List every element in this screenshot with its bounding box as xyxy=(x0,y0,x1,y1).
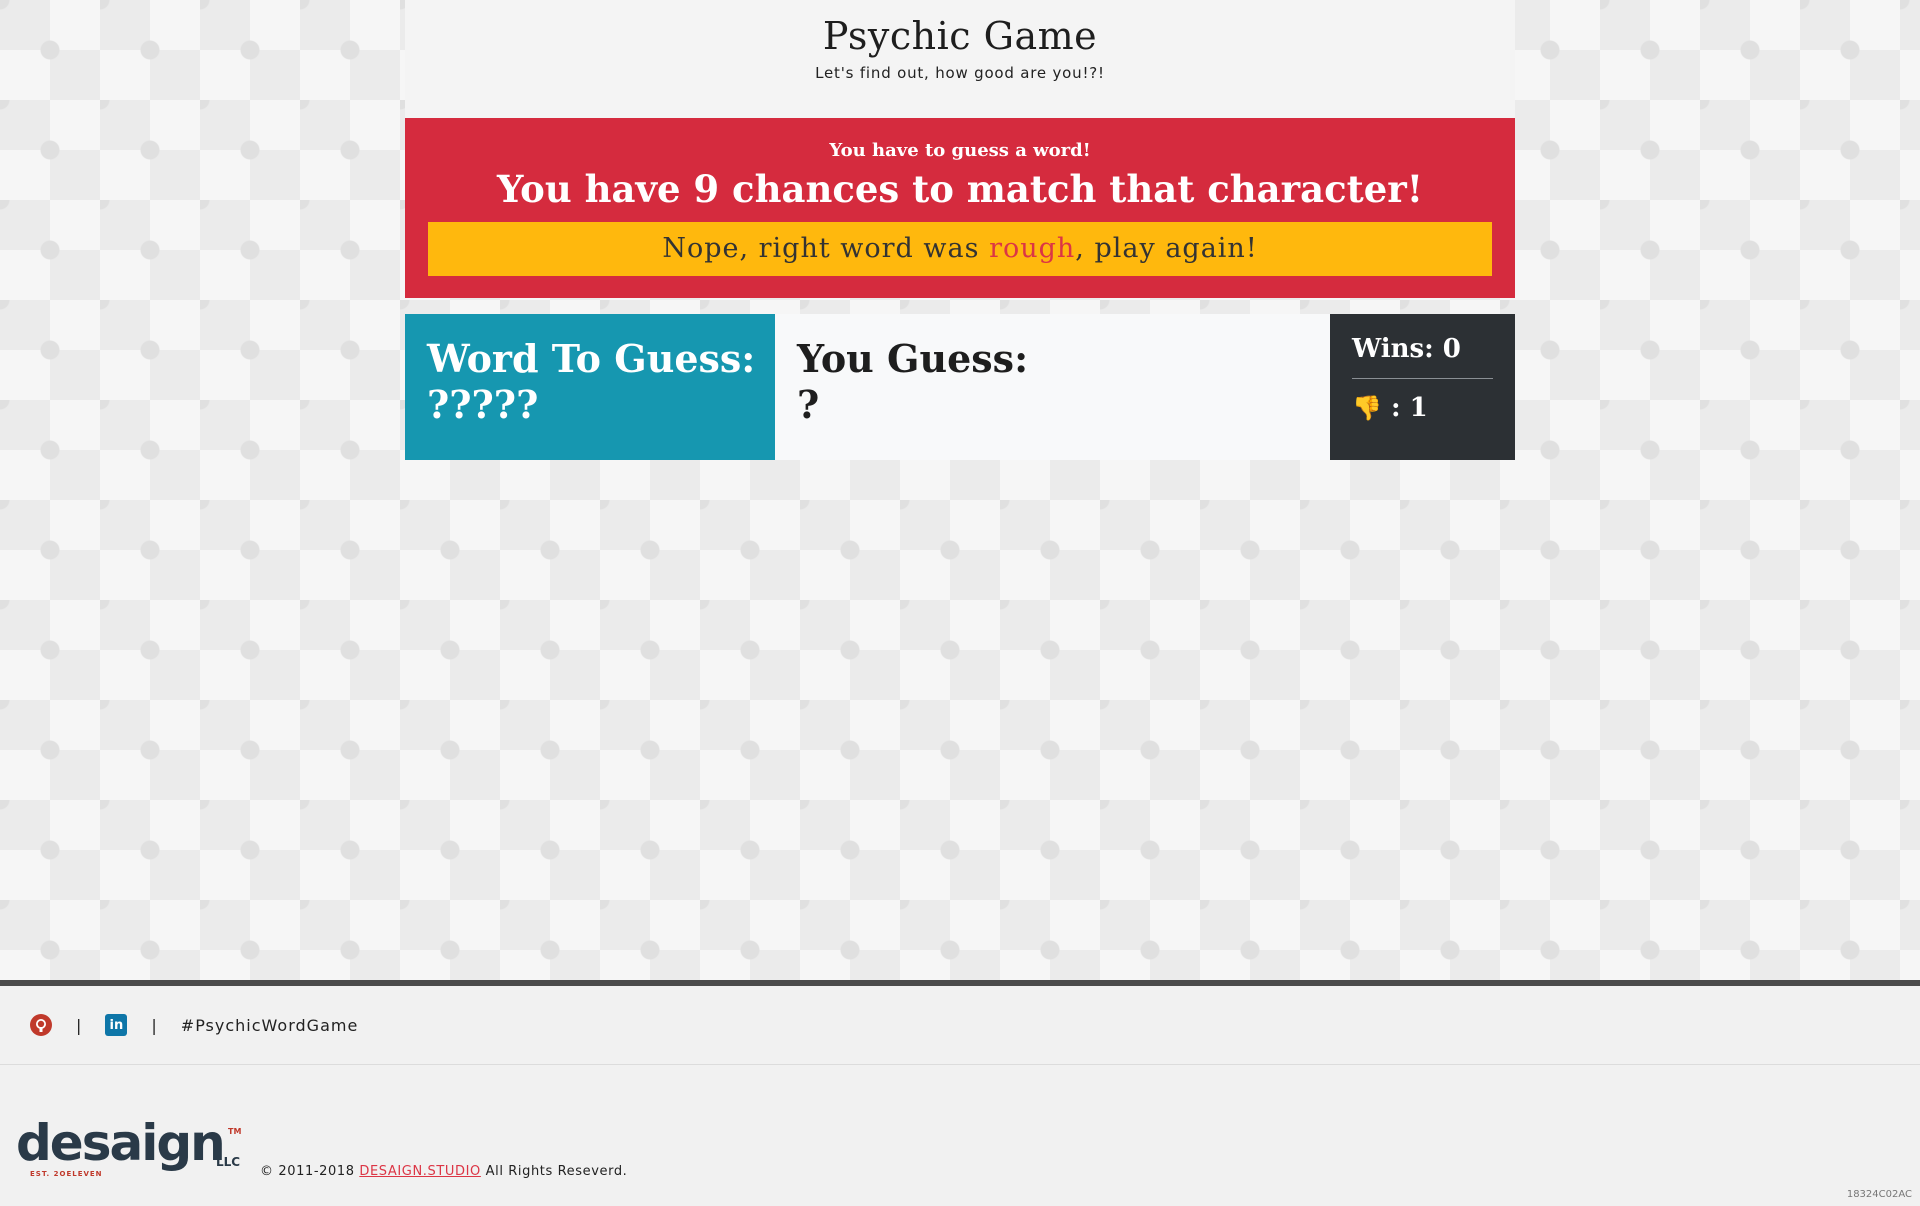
separator: | xyxy=(76,1015,82,1035)
logo-tm: TM xyxy=(228,1127,241,1136)
linkedin-icon[interactable]: in xyxy=(105,1014,128,1036)
alert-suffix: , play again! xyxy=(1075,233,1258,264)
corner-code: 18324C02AC xyxy=(1846,1189,1912,1200)
game-row: Word To Guess: ????? You Guess: ? Wins: … xyxy=(405,314,1515,460)
word-to-guess-value: ????? xyxy=(427,382,539,427)
logo-established: EST. 2OELEVEN xyxy=(30,1170,103,1178)
your-guess-panel: You Guess: ? xyxy=(775,314,1330,460)
wins-count: Wins: 0 xyxy=(1352,334,1493,379)
logo-wordmark: desaign xyxy=(16,1116,224,1172)
desaign-studio-link[interactable]: DESAIGN.STUDIO xyxy=(359,1164,481,1179)
word-to-guess-panel: Word To Guess: ????? xyxy=(405,314,775,460)
page-title: Psychic Game xyxy=(822,14,1098,58)
your-guess-label: You Guess: xyxy=(797,336,1029,381)
logo-llc: LLC xyxy=(216,1155,240,1169)
your-guess-value: ? xyxy=(797,382,820,427)
game-container: Psychic Game Let's find out, how good ar… xyxy=(405,0,1515,460)
page-header: Psychic Game Let's find out, how good ar… xyxy=(405,0,1515,118)
losses-value: : 1 xyxy=(1390,393,1428,423)
social-links: | in | #PsychicWordGame xyxy=(30,1012,358,1038)
copyright-suffix: All Rights Reseverd. xyxy=(480,1164,628,1179)
copyright-prefix: © 2011-2018 xyxy=(260,1164,360,1179)
separator: | xyxy=(151,1015,157,1035)
scoreboard: Wins: 0 👎 : 1 xyxy=(1330,314,1515,460)
desaign-logo: desaign LLC TM EST. 2OELEVEN xyxy=(16,1116,241,1178)
chances-text: You have 9 chances to match that charact… xyxy=(496,167,1424,211)
page-subtitle: Let's find out, how good are you!?! xyxy=(815,64,1105,82)
losses-count: 👎 : 1 xyxy=(1352,393,1493,423)
instruction-banner: You have to guess a word! You have 9 cha… xyxy=(405,118,1515,298)
copyright: © 2011-2018 DESAIGN.STUDIO All Rights Re… xyxy=(260,1164,627,1179)
word-to-guess-label: Word To Guess: xyxy=(427,336,756,381)
instruction-text: You have to guess a word! xyxy=(829,140,1091,161)
result-alert: Nope, right word was rough, play again! xyxy=(428,222,1492,276)
correct-word: rough xyxy=(989,233,1076,264)
alert-prefix: Nope, right word was xyxy=(662,233,990,264)
footer-divider xyxy=(0,1064,1920,1065)
thumbs-down-icon: 👎 xyxy=(1352,393,1382,422)
github-icon[interactable] xyxy=(30,1014,52,1036)
hashtag-text: #PsychicWordGame xyxy=(180,1015,359,1035)
page-footer: | in | #PsychicWordGame desaign LLC TM E… xyxy=(0,980,1920,1206)
